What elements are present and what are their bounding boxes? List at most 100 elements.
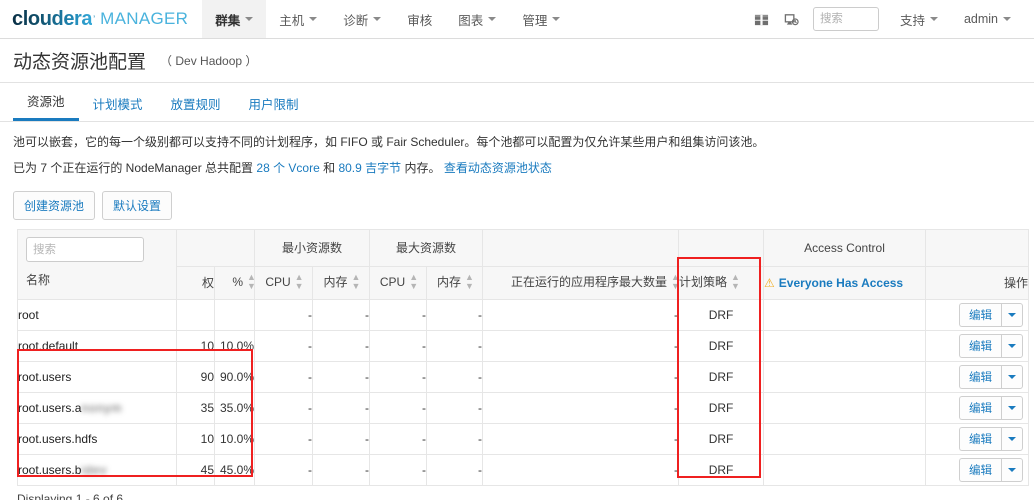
nav-item-audits[interactable]: 审核 [394, 0, 445, 38]
edit-dropdown-button[interactable] [1001, 457, 1024, 482]
brand-trademark-icon: ’ [93, 14, 96, 24]
sort-icon[interactable]: ▲ ▼ [295, 272, 304, 291]
cell-pool-name: root.users [17, 360, 177, 393]
nav-item-clusters[interactable]: 群集 [202, 0, 267, 38]
nav-item-charts-label: 图表 [458, 13, 484, 28]
header-col-max-running-apps-label: 正在运行的应用程序最大数量 [511, 275, 668, 290]
nav-item-charts[interactable]: 图表 [445, 0, 509, 38]
header-col-min-cpu[interactable]: CPU ▲ ▼ [254, 265, 313, 300]
sort-icon[interactable]: ▲ ▼ [409, 272, 418, 291]
table-row[interactable]: root.default 10 10.0% - - - - - DRF 编辑 [17, 329, 1030, 362]
cell-max-cpu: - [369, 329, 428, 362]
vcore-total-link[interactable]: 28 个 Vcore [256, 161, 319, 175]
table-row[interactable]: root.users.anonym 35 35.0% - - - - - DRF… [17, 391, 1030, 424]
cell-min-cpu: - [254, 453, 313, 486]
header-col-max-running-apps[interactable]: 正在运行的应用程序最大数量 ▲ ▼ [482, 265, 680, 300]
memory-total-link[interactable]: 80.9 吉字节 [338, 161, 401, 175]
cell-min-cpu: - [254, 360, 313, 393]
sort-icon[interactable]: ▲ ▼ [671, 273, 680, 291]
cell-pool-name: root.users.hdfs [17, 422, 177, 455]
page-header: 动态资源池配置 （ Dev Hadoop ） [0, 39, 1034, 83]
nav-item-user-menu[interactable]: admin [951, 12, 1024, 26]
table-row[interactable]: root - - - - - DRF 编辑 [17, 298, 1030, 331]
running-commands-icon[interactable] [777, 0, 807, 38]
chevron-down-icon [488, 17, 497, 21]
nav-item-hosts-label: 主机 [279, 13, 305, 28]
cell-scheduling-policy: DRF [678, 422, 765, 455]
cell-max-mem: - [426, 391, 484, 424]
header-col-percent[interactable]: % ▲ ▼ [214, 265, 256, 300]
create-resource-pool-button[interactable]: 创建资源池 [13, 190, 96, 220]
cell-pool-name: root.default [17, 329, 177, 362]
cell-min-mem: - [311, 453, 371, 486]
table-body: root - - - - - DRF 编辑 root.default 10 10… [17, 298, 1030, 486]
edit-dropdown-button[interactable] [1001, 426, 1024, 451]
cell-weight: 45 [176, 453, 215, 486]
default-settings-button[interactable]: 默认设置 [102, 190, 173, 220]
edit-button[interactable]: 编辑 [959, 395, 1002, 420]
table-row[interactable]: root.users.hdfs 10 10.0% - - - - - DRF 编… [17, 422, 1030, 455]
cell-scheduling-policy: DRF [678, 453, 765, 486]
cell-weight: 10 [176, 329, 215, 362]
header-group-min-resources: 最小资源数 [253, 228, 371, 267]
edit-dropdown-button[interactable] [1001, 395, 1024, 420]
sort-icon[interactable]: ▲ ▼ [352, 273, 361, 291]
cloudera-manager-logo[interactable]: cloudera’ MANAGER [0, 0, 202, 38]
header-col-max-cpu[interactable]: CPU ▲ ▼ [369, 265, 428, 300]
edit-dropdown-button[interactable] [1001, 364, 1024, 389]
cell-weight [176, 298, 215, 331]
cell-access-control [763, 422, 927, 455]
nav-item-hosts[interactable]: 主机 [266, 0, 330, 38]
header-col-scheduling-policy[interactable]: 计划策略 ▲ ▼ [678, 265, 765, 300]
tab-user-limits[interactable]: 用户限制 [235, 94, 313, 121]
tab-placement-rules[interactable]: 放置规则 [157, 94, 235, 121]
edit-button[interactable]: 编辑 [959, 364, 1002, 389]
page-subtitle-cluster-name: （ Dev Hadoop ） [160, 54, 258, 68]
cell-max-mem: - [426, 422, 484, 455]
edit-dropdown-button[interactable] [1001, 333, 1024, 358]
cell-percent: 35.0% [214, 391, 255, 424]
view-dynamic-pool-status-link[interactable]: 查看动态资源池状态 [444, 161, 552, 175]
header-col-max-mem[interactable]: 内存 ▲ ▼ [426, 265, 484, 300]
sort-icon[interactable]: ▲ ▼ [247, 272, 256, 291]
header-col-operations: 操作 [925, 265, 1030, 300]
edit-button-group: 编辑 [926, 364, 1028, 389]
edit-button[interactable]: 编辑 [959, 333, 1002, 358]
parcels-icon[interactable] [747, 0, 777, 38]
cell-max-cpu: - [369, 391, 428, 424]
cell-min-cpu: - [254, 329, 313, 362]
chevron-down-icon [1008, 343, 1017, 348]
table-row[interactable]: root.users.bidev 45 45.0% - - - - - DRF … [17, 453, 1030, 486]
nav-item-clusters-label: 群集 [215, 13, 241, 28]
nav-item-administration-label: 管理 [522, 13, 548, 28]
description-line-2-prefix: 已为 7 个正在运行的 NodeManager 总共配置 [13, 161, 257, 176]
table-search-input[interactable] [26, 237, 144, 263]
tab-scheduling-mode[interactable]: 计划模式 [79, 94, 157, 121]
global-search-input[interactable] [812, 7, 879, 31]
cell-operations: 编辑 [925, 453, 1030, 486]
nav-item-diagnostics[interactable]: 诊断 [330, 0, 394, 38]
edit-button[interactable]: 编辑 [959, 457, 1002, 482]
tab-resource-pools[interactable]: 资源池 [13, 91, 79, 121]
brand-cloudera-text: cloudera [12, 7, 93, 30]
cell-scheduling-policy: DRF [678, 391, 765, 424]
nav-item-administration[interactable]: 管理 [509, 0, 573, 38]
edit-button[interactable]: 编辑 [959, 426, 1002, 451]
header-group-max-resources: 最大资源数 [369, 228, 484, 267]
resource-pool-table-container: 名称 最小资源数 最大资源数 Access Control 权 %▲▼ CPU▲… [0, 228, 1034, 486]
chevron-down-icon [245, 17, 254, 21]
cell-scheduling-policy: DRF [678, 329, 765, 362]
cell-operations: 编辑 [925, 391, 1030, 424]
edit-button[interactable]: 编辑 [959, 302, 1002, 327]
header-col-operations-label: 操作 [1004, 276, 1029, 291]
cell-percent [214, 298, 255, 331]
nav-item-user-label: admin [963, 12, 998, 26]
header-col-everyone-has-access[interactable]: ⚠ Everyone Has Access [763, 265, 927, 300]
edit-dropdown-button[interactable] [1001, 302, 1024, 327]
table-row[interactable]: root.users 90 90.0% - - - - - DRF 编辑 [17, 360, 1030, 393]
sort-icon[interactable]: ▲ ▼ [465, 273, 474, 291]
nav-item-support[interactable]: 支持 [887, 10, 951, 29]
main-menu: 群集 主机 诊断 审核 图表 管理 [202, 0, 573, 38]
sort-icon[interactable]: ▲ ▼ [731, 273, 740, 291]
header-col-min-mem[interactable]: 内存 ▲ ▼ [311, 265, 371, 300]
